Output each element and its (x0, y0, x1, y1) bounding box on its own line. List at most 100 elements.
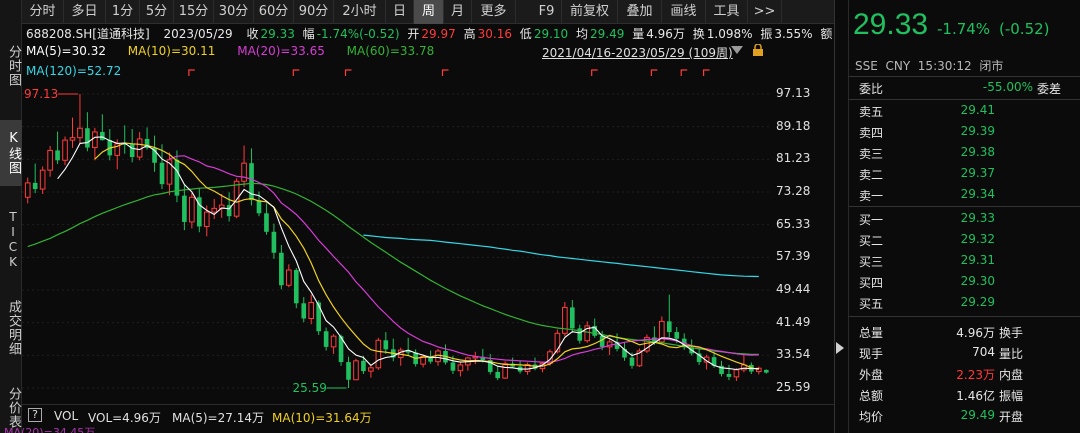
candle (636, 348, 643, 367)
price-tick-label: 73.28 (776, 184, 811, 198)
tab-60min[interactable]: 60分 (254, 0, 294, 24)
candle (24, 177, 31, 204)
currency: CNY (885, 59, 911, 73)
stat-row: 总额 1.46亿 振幅 (849, 385, 1080, 405)
bid-row[interactable]: 买四 29.30 (849, 272, 1080, 292)
f9-button[interactable]: F9 (532, 0, 562, 24)
candle (55, 131, 60, 164)
overlay-button[interactable]: 叠加 (618, 0, 662, 24)
bid-row[interactable]: 买二 29.32 (849, 230, 1080, 250)
tools-button[interactable]: 工具 (706, 0, 748, 24)
bid2-label: 买二 (859, 234, 884, 248)
caret-down-icon[interactable] (731, 46, 743, 54)
candle (136, 131, 143, 161)
tab-90min[interactable]: 90分 (294, 0, 334, 24)
tab-2hour[interactable]: 2小时 (334, 0, 386, 24)
candle (465, 356, 471, 371)
tab-1min[interactable]: 1分 (106, 0, 140, 24)
ma120-line (363, 234, 759, 278)
total-volume-label: 总量 (859, 326, 884, 340)
left-vertical-nav: 分时图 K线图 TICK 成交明细 分价表 (0, 0, 22, 433)
tab-intraday[interactable]: 分时 (22, 0, 64, 24)
nav-intraday[interactable]: 分时图 (0, 34, 22, 98)
nav-trade-detail[interactable]: 成交明细 (0, 288, 22, 368)
tab-30min[interactable]: 30分 (214, 0, 254, 24)
ask-row[interactable]: 卖三 29.38 (849, 143, 1080, 163)
bid4-label: 买四 (859, 276, 884, 290)
vol-indicator-name[interactable]: VOL (54, 409, 78, 423)
draw-button[interactable]: 画线 (662, 0, 706, 24)
turnover-label: 换 (692, 27, 705, 41)
low-value: 29.10 (533, 27, 569, 41)
outer-volume-value: 2.23万 (956, 368, 995, 382)
candle (353, 358, 359, 381)
weibi-row: 委比 -55.00% 委差 (849, 78, 1080, 98)
market-status: 闭市 (979, 59, 1004, 73)
date-range-selector[interactable]: 2021/04/16-2023/05/29 (109周) (542, 44, 733, 61)
ask-row[interactable]: 卖四 29.39 (849, 122, 1080, 142)
separator (849, 76, 1080, 77)
adjust-button[interactable]: 前复权 (562, 0, 618, 24)
bid-row[interactable]: 买一 29.33 (849, 209, 1080, 229)
nav-kline[interactable]: K线图 (0, 120, 22, 186)
price-tick-label: 33.54 (776, 347, 811, 362)
tab-week[interactable]: 周 (414, 0, 444, 24)
ask5-label: 卖五 (859, 105, 884, 119)
candle (152, 135, 157, 172)
candle (218, 193, 225, 218)
candle (279, 244, 284, 290)
tab-multi-day[interactable]: 多日 (64, 0, 106, 24)
change-value: -1.74%(-0.52) (316, 27, 400, 41)
last-hand-value: 704 (972, 345, 995, 359)
ma60-line (27, 182, 759, 355)
outer-volume-label: 外盘 (859, 368, 884, 382)
tab-day[interactable]: 日 (386, 0, 414, 24)
ask-row[interactable]: 卖二 29.37 (849, 164, 1080, 184)
tab-month[interactable]: 月 (444, 0, 472, 24)
candle (397, 347, 404, 366)
candle (726, 364, 732, 381)
volume-label: 量 (632, 27, 645, 41)
candle (77, 94, 83, 144)
candle (719, 360, 724, 377)
toolbar-more-button[interactable]: >> (748, 0, 782, 24)
candle (174, 150, 180, 203)
candle (569, 300, 575, 333)
stat-row: 现手 704 量比 (849, 343, 1080, 363)
low-price-label: 25.59 (293, 381, 327, 395)
tab-more[interactable]: 更多 (472, 0, 516, 24)
bid-row[interactable]: 买五 29.29 (849, 293, 1080, 313)
help-icon[interactable]: ? (28, 408, 42, 422)
vol-value: VOL=4.96万 (88, 411, 161, 425)
candle (323, 327, 329, 351)
nav-tick[interactable]: TICK (0, 202, 22, 278)
tab-15min[interactable]: 15分 (174, 0, 214, 24)
candle (606, 339, 613, 356)
signal-marker (441, 69, 449, 76)
ask-row[interactable]: 卖一 29.34 (849, 185, 1080, 205)
candle (85, 112, 90, 152)
quote-time: 15:30:12 (917, 59, 972, 73)
candle (696, 349, 702, 365)
bid1-price: 29.33 (960, 211, 995, 225)
candle (622, 342, 627, 361)
stat-row: 总量 4.96万 换手 (849, 322, 1080, 342)
candle (472, 351, 479, 365)
ma5-legend: MA(5)=30.32 (26, 44, 106, 58)
lock-icon[interactable] (752, 44, 764, 56)
total-amount-label: 总额 (859, 389, 884, 403)
kline-chart[interactable]: 97.13 25.59 (22, 60, 834, 403)
tab-5min[interactable]: 5分 (140, 0, 174, 24)
vol-ma20: MA(20)=34.45万 (4, 426, 96, 433)
expand-panel-icon[interactable] (836, 342, 844, 354)
candle (286, 264, 292, 288)
amount-label: 额 (820, 27, 833, 41)
total-amount-value: 1.46亿 (956, 389, 995, 403)
bid-row[interactable]: 买三 29.31 (849, 251, 1080, 271)
signal-marker (344, 69, 352, 76)
turnover-value: 1.098% (706, 27, 753, 41)
bid1-label: 买一 (859, 213, 884, 227)
candle (405, 337, 411, 356)
ask-row[interactable]: 卖五 29.41 (849, 101, 1080, 121)
